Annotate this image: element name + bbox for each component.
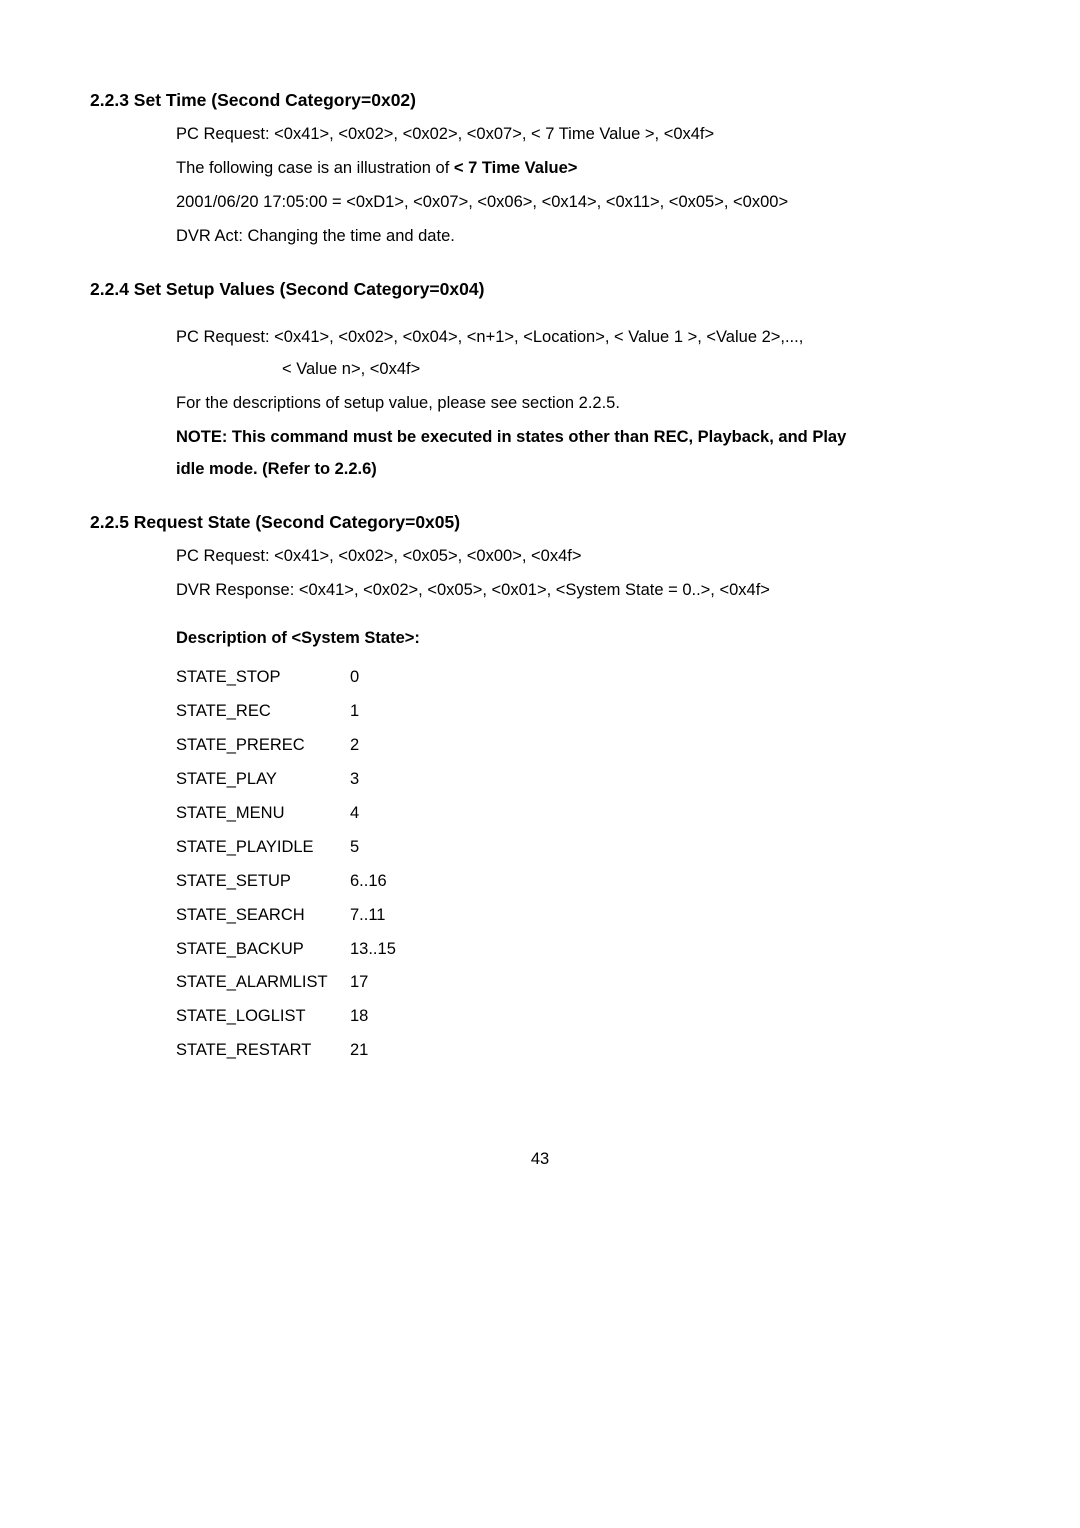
sec223-line2a: The following case is an illustration of	[176, 159, 454, 177]
sec224-note2: idle mode. (Refer to 2.2.6)	[176, 458, 990, 482]
state-name: STATE_SETUP	[176, 865, 344, 899]
state-row: STATE_MENU 4	[176, 797, 396, 831]
state-row: STATE_BACKUP 13..15	[176, 933, 396, 967]
sec225-line1: PC Request: <0x41>, <0x02>, <0x05>, <0x0…	[176, 545, 990, 569]
state-name: STATE_PREREC	[176, 729, 344, 763]
section-225-heading: 2.2.5 Request State (Second Category=0x0…	[90, 510, 990, 535]
state-name: STATE_RESTART	[176, 1034, 344, 1068]
sec225-line2: DVR Response: <0x41>, <0x02>, <0x05>, <0…	[176, 579, 990, 603]
state-name: STATE_LOGLIST	[176, 1000, 344, 1034]
state-val: 0	[344, 661, 396, 695]
state-row: STATE_PREREC 2	[176, 729, 396, 763]
state-name: STATE_PLAY	[176, 763, 344, 797]
sec224-line1b: < Value n>, <0x4f>	[282, 358, 990, 382]
state-val: 1	[344, 695, 396, 729]
state-val: 18	[344, 1000, 396, 1034]
sec224-note1: NOTE: This command must be executed in s…	[176, 426, 990, 450]
state-row: STATE_STOP 0	[176, 661, 396, 695]
state-row: STATE_REC 1	[176, 695, 396, 729]
state-name: STATE_MENU	[176, 797, 344, 831]
sec223-line2: The following case is an illustration of…	[176, 157, 990, 181]
state-val: 6..16	[344, 865, 396, 899]
state-row: STATE_PLAYIDLE 5	[176, 831, 396, 865]
state-row: STATE_RESTART 21	[176, 1034, 396, 1068]
sec225-desc-heading: Description of <System State>:	[176, 627, 990, 651]
sec223-line4: DVR Act: Changing the time and date.	[176, 225, 990, 249]
state-val: 2	[344, 729, 396, 763]
state-row: STATE_SETUP 6..16	[176, 865, 396, 899]
page-number: 43	[90, 1148, 990, 1172]
state-row: STATE_PLAY 3	[176, 763, 396, 797]
section-223-heading: 2.2.3 Set Time (Second Category=0x02)	[90, 88, 990, 113]
state-name: STATE_BACKUP	[176, 933, 344, 967]
section-224-heading: 2.2.4 Set Setup Values (Second Category=…	[90, 277, 990, 302]
state-name: STATE_ALARMLIST	[176, 966, 344, 1000]
sec223-line1: PC Request: <0x41>, <0x02>, <0x02>, <0x0…	[176, 123, 990, 147]
sec224-line1: PC Request: <0x41>, <0x02>, <0x04>, <n+1…	[176, 326, 990, 350]
state-name: STATE_SEARCH	[176, 899, 344, 933]
sec224-line2: For the descriptions of setup value, ple…	[176, 392, 990, 416]
sec223-line2b: < 7 Time Value>	[454, 159, 578, 177]
state-name: STATE_REC	[176, 695, 344, 729]
state-name: STATE_STOP	[176, 661, 344, 695]
sec223-line3: 2001/06/20 17:05:00 = <0xD1>, <0x07>, <0…	[176, 191, 990, 215]
state-val: 7..11	[344, 899, 396, 933]
state-row: STATE_SEARCH 7..11	[176, 899, 396, 933]
state-val: 3	[344, 763, 396, 797]
state-val: 13..15	[344, 933, 396, 967]
state-row: STATE_LOGLIST 18	[176, 1000, 396, 1034]
state-row: STATE_ALARMLIST 17	[176, 966, 396, 1000]
state-val: 21	[344, 1034, 396, 1068]
state-val: 4	[344, 797, 396, 831]
state-name: STATE_PLAYIDLE	[176, 831, 344, 865]
state-table: STATE_STOP 0 STATE_REC 1 STATE_PREREC 2 …	[176, 661, 396, 1068]
state-val: 17	[344, 966, 396, 1000]
state-val: 5	[344, 831, 396, 865]
